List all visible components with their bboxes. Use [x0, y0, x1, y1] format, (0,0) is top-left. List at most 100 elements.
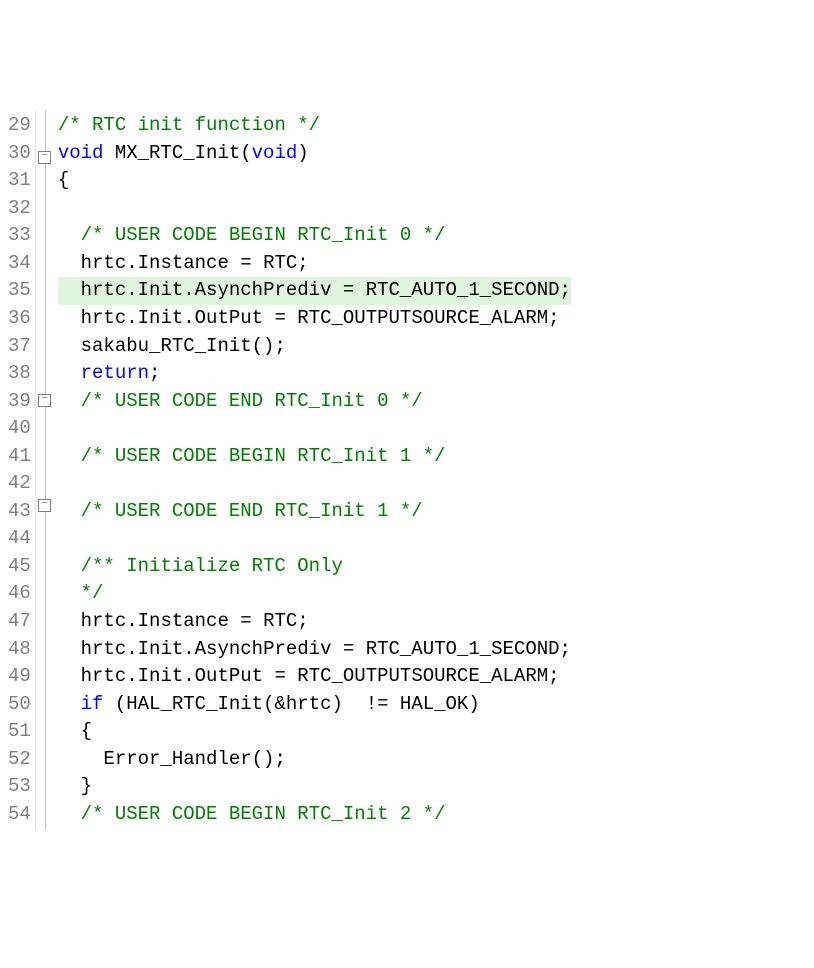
- token-op: [58, 279, 81, 301]
- fold-marker[interactable]: [36, 336, 54, 353]
- code-line[interactable]: }: [58, 773, 571, 801]
- token-op: .: [126, 665, 137, 687]
- code-line[interactable]: hrtc.Init.OutPut = RTC_OUTPUTSOURCE_ALAR…: [58, 305, 571, 333]
- code-line[interactable]: /* RTC init function */: [58, 112, 571, 140]
- token-cm: /* RTC init function */: [58, 114, 320, 136]
- line-number-gutter: 2930313233343536373839404142434445464748…: [0, 110, 36, 830]
- token-id: Instance: [138, 610, 229, 632]
- code-line[interactable]: /* USER CODE END RTC_Init 1 */: [58, 498, 571, 526]
- token-cm: /* USER CODE END RTC_Init 0 */: [81, 390, 423, 412]
- fold-marker[interactable]: [36, 284, 54, 301]
- fold-marker[interactable]: [36, 180, 54, 197]
- fold-minus-icon[interactable]: −: [38, 499, 51, 512]
- code-line[interactable]: /* USER CODE BEGIN RTC_Init 1 */: [58, 443, 571, 471]
- fold-marker[interactable]: [36, 319, 54, 336]
- line-number: 42: [8, 470, 31, 498]
- token-op: [58, 638, 81, 660]
- fold-marker[interactable]: [36, 215, 54, 232]
- fold-marker[interactable]: [36, 232, 54, 249]
- fold-marker[interactable]: [36, 528, 54, 545]
- code-line[interactable]: /* USER CODE END RTC_Init 0 */: [58, 388, 571, 416]
- token-op: {: [58, 720, 92, 742]
- fold-marker[interactable]: [36, 110, 54, 127]
- token-op: ;: [297, 252, 308, 274]
- token-op: ;: [548, 665, 559, 687]
- token-id: hrtc: [81, 252, 127, 274]
- token-op: (&: [263, 693, 286, 715]
- fold-minus-icon[interactable]: −: [38, 394, 51, 407]
- fold-marker[interactable]: [36, 301, 54, 318]
- code-line[interactable]: */: [58, 580, 571, 608]
- code-line[interactable]: void MX_RTC_Init(void): [58, 140, 571, 168]
- fold-marker[interactable]: [36, 249, 54, 266]
- line-number: 51: [8, 718, 31, 746]
- code-editor[interactable]: 2930313233343536373839404142434445464748…: [0, 110, 814, 830]
- fold-marker[interactable]: [36, 354, 54, 371]
- fold-marker[interactable]: [36, 423, 54, 440]
- fold-marker[interactable]: −: [36, 145, 54, 162]
- fold-marker[interactable]: [36, 545, 54, 562]
- code-line[interactable]: return;: [58, 360, 571, 388]
- code-line[interactable]: hrtc.Instance = RTC;: [58, 608, 571, 636]
- fold-marker[interactable]: [36, 475, 54, 492]
- code-line[interactable]: hrtc.Init.AsynchPrediv = RTC_AUTO_1_SECO…: [58, 636, 571, 664]
- code-line[interactable]: hrtc.Init.OutPut = RTC_OUTPUTSOURCE_ALAR…: [58, 663, 571, 691]
- token-id: Init: [138, 665, 184, 687]
- code-line[interactable]: /** Initialize RTC Only: [58, 553, 571, 581]
- token-op: =: [331, 638, 365, 660]
- token-op: ;: [548, 307, 559, 329]
- fold-marker[interactable]: [36, 128, 54, 145]
- fold-marker[interactable]: [36, 371, 54, 388]
- token-op: =: [229, 610, 263, 632]
- code-area[interactable]: /* RTC init function */ void MX_RTC_Init(…: [54, 110, 571, 830]
- token-op: =: [263, 307, 297, 329]
- token-op: [58, 335, 81, 357]
- code-line[interactable]: sakabu_RTC_Init();: [58, 333, 571, 361]
- token-op: [58, 748, 104, 770]
- fold-marker[interactable]: [36, 162, 54, 179]
- code-line[interactable]: hrtc.Instance = RTC;: [58, 250, 571, 278]
- token-fn: HAL_RTC_Init: [126, 693, 263, 715]
- token-id: hrtc: [286, 693, 332, 715]
- fold-marker[interactable]: [36, 510, 54, 527]
- code-line[interactable]: if (HAL_RTC_Init(&hrtc) != HAL_OK): [58, 691, 571, 719]
- fold-marker[interactable]: [36, 267, 54, 284]
- line-number: 44: [8, 525, 31, 553]
- fold-marker[interactable]: −: [36, 493, 54, 510]
- token-id: AsynchPrediv: [195, 638, 332, 660]
- line-number: 33: [8, 222, 31, 250]
- code-line[interactable]: hrtc.Init.AsynchPrediv = RTC_AUTO_1_SECO…: [58, 277, 571, 305]
- token-id: OutPut: [195, 307, 263, 329]
- code-line[interactable]: Error_Handler();: [58, 746, 571, 774]
- code-line[interactable]: /* USER CODE BEGIN RTC_Init 2 */: [58, 801, 571, 829]
- token-op: .: [126, 252, 137, 274]
- fold-minus-icon[interactable]: −: [38, 151, 51, 164]
- fold-marker[interactable]: −: [36, 388, 54, 405]
- token-cm: */: [81, 582, 104, 604]
- code-line[interactable]: {: [58, 718, 571, 746]
- code-line[interactable]: [58, 195, 571, 223]
- token-id: OutPut: [195, 665, 263, 687]
- fold-marker[interactable]: [36, 458, 54, 475]
- token-id: RTC_OUTPUTSOURCE_ALARM: [297, 665, 548, 687]
- token-op: =: [331, 279, 365, 301]
- token-op: ();: [252, 335, 286, 357]
- code-line[interactable]: /* USER CODE BEGIN RTC_Init 0 */: [58, 222, 571, 250]
- code-line[interactable]: [58, 525, 571, 553]
- line-number: 47: [8, 608, 31, 636]
- token-id: hrtc: [81, 665, 127, 687]
- code-line[interactable]: [58, 415, 571, 443]
- fold-marker[interactable]: [36, 441, 54, 458]
- fold-marker[interactable]: [36, 406, 54, 423]
- code-line[interactable]: [58, 470, 571, 498]
- fold-marker[interactable]: [36, 197, 54, 214]
- line-number: 45: [8, 553, 31, 581]
- token-fn: sakabu_RTC_Init: [81, 335, 252, 357]
- token-op: .: [183, 279, 194, 301]
- token-op: [58, 224, 81, 246]
- fold-column[interactable]: − − −: [36, 110, 54, 830]
- token-id: Init: [138, 279, 184, 301]
- line-number: 40: [8, 415, 31, 443]
- token-kw: if: [81, 693, 104, 715]
- code-line[interactable]: {: [58, 167, 571, 195]
